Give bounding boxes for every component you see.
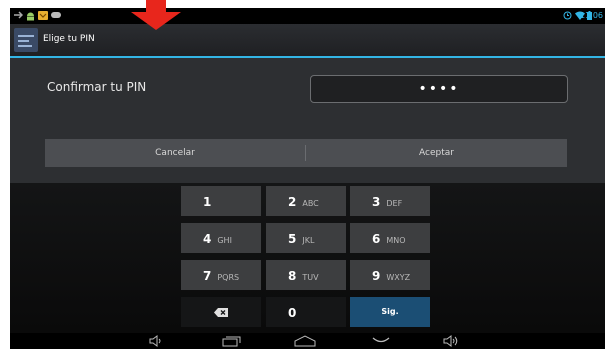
volume-down-icon[interactable] (149, 335, 163, 347)
cancel-button[interactable]: Cancelar (45, 139, 305, 167)
device-screen: 11:06 Elige tu PIN Confirmar tu PIN ••••… (10, 8, 605, 349)
key-7[interactable]: 7 PQRS (181, 260, 261, 290)
key-4[interactable]: 4 GHI (181, 223, 261, 253)
key-0[interactable]: 0 (266, 297, 346, 327)
key-5[interactable]: 5 JKL (266, 223, 346, 253)
confirm-pin-label: Confirmar tu PIN (47, 80, 147, 94)
recent-apps-icon[interactable] (222, 335, 242, 347)
key-6[interactable]: 6 MNO (350, 223, 430, 253)
red-arrow-annotation (131, 0, 181, 30)
page-title: Elige tu PIN (43, 34, 95, 44)
home-icon[interactable] (294, 335, 316, 347)
key-9[interactable]: 9 WXYZ (350, 260, 430, 290)
status-time: 11:06 (579, 11, 603, 20)
key-2[interactable]: 2 ABC (266, 186, 346, 216)
accept-button[interactable]: Aceptar (306, 139, 567, 167)
usb-icon (14, 11, 23, 19)
navigation-bar (10, 333, 605, 349)
keypad: 1 2 ABC 3 DEF 4 GHI 5 JKL 6 MNO 7 PQRS 8 TUV 9W… (10, 183, 605, 333)
pin-form: Confirmar tu PIN •••• Cancelar Aceptar (10, 58, 605, 183)
notification-icon (38, 11, 48, 20)
alarm-icon (563, 11, 572, 20)
key-3[interactable]: 3 DEF (350, 186, 430, 216)
next-button[interactable]: Sig. (350, 297, 430, 327)
button-bar: Cancelar Aceptar (45, 139, 567, 167)
key-1[interactable]: 1 (181, 186, 261, 216)
hide-keyboard-icon[interactable] (372, 335, 390, 347)
volume-up-icon[interactable] (443, 335, 459, 347)
action-bar: Elige tu PIN (10, 24, 605, 58)
status-bar: 11:06 (10, 8, 605, 24)
game-icon (51, 12, 61, 18)
android-icon (27, 12, 34, 21)
pin-input[interactable]: •••• (310, 75, 568, 103)
settings-icon[interactable] (14, 28, 38, 52)
key-8[interactable]: 8 TUV (266, 260, 346, 290)
backspace-icon (214, 308, 228, 317)
backspace-key[interactable] (181, 297, 261, 327)
